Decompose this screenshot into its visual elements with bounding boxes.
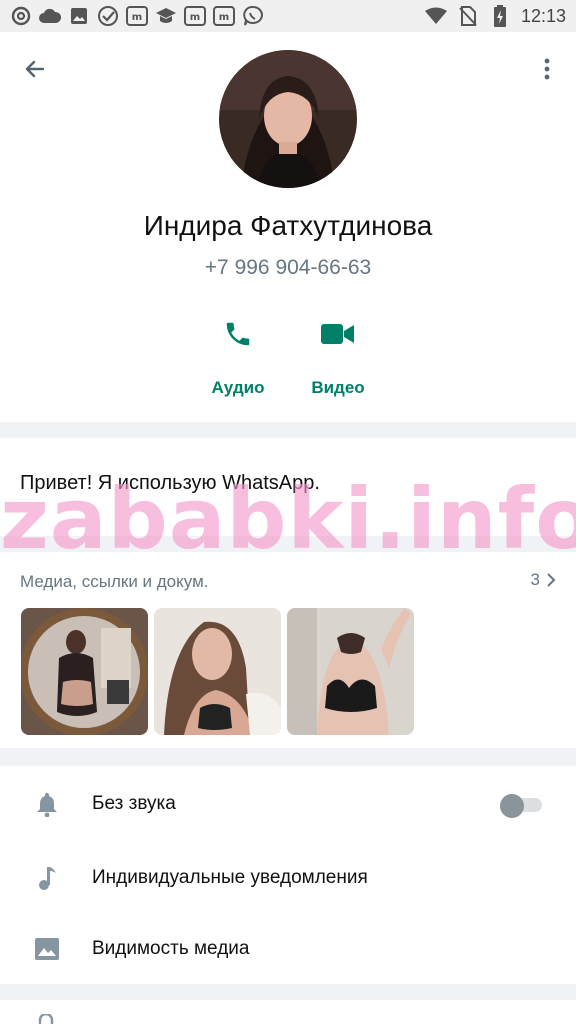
clock: 12:13 [520, 5, 566, 26]
video-call-button[interactable]: Видео [288, 312, 388, 398]
watermark: zababki.info [0, 470, 576, 568]
svg-text:m: m [219, 12, 229, 23]
video-call-label: Видео [311, 378, 365, 397]
contact-header-card: Индира Фатхутдинова +7 996 904-66-63 Ауд… [0, 32, 576, 422]
messenger-m-icon: m [126, 5, 148, 27]
media-count: 3 [530, 570, 540, 589]
video-camera-icon [321, 324, 354, 344]
settings-list: Без звука Индивидуальные уведомления Вид… [0, 766, 576, 984]
media-section-title[interactable]: Медиа, ссылки и докум. [20, 572, 209, 592]
battery-charging-icon [489, 5, 511, 27]
back-button[interactable] [18, 52, 52, 86]
audio-call-button[interactable]: Аудио [188, 312, 288, 398]
media-visibility-label: Видимость медиа [92, 938, 250, 959]
messenger-m-icon: m [213, 5, 235, 27]
custom-notifications-label: Индивидуальные уведомления [92, 867, 368, 888]
svg-text:m: m [132, 12, 142, 23]
at-icon [10, 5, 32, 27]
messenger-m-icon: m [184, 5, 206, 27]
more-options-button[interactable] [532, 52, 562, 86]
gallery-icon [68, 5, 90, 27]
chevron-right-icon [547, 573, 556, 587]
wifi-icon [424, 5, 447, 27]
lock-icon [38, 1014, 54, 1024]
media-visibility-row[interactable]: Видимость медиа [0, 914, 576, 984]
music-note-icon [32, 863, 62, 893]
media-count-link[interactable]: 3 [531, 570, 556, 590]
media-thumbnail[interactable] [154, 608, 281, 735]
profile-photo[interactable] [219, 50, 357, 188]
custom-notifications-row[interactable]: Индивидуальные уведомления [0, 843, 576, 913]
more-vertical-icon [544, 58, 550, 80]
cloud-icon [39, 5, 61, 27]
media-thumbnail[interactable] [287, 608, 414, 735]
next-section-card [0, 1000, 576, 1024]
contact-name: Индира Фатхутдинова [143, 210, 433, 241]
viber-icon [242, 5, 264, 27]
arrow-left-icon [25, 60, 45, 78]
notification-icons: m m m [10, 5, 264, 27]
mute-toggle[interactable] [500, 794, 542, 818]
check-circle-icon [97, 5, 119, 27]
mute-label: Без звука [92, 793, 176, 814]
mute-setting-row[interactable]: Без звука [0, 769, 576, 839]
svg-text:m: m [190, 12, 200, 23]
no-sim-icon [457, 5, 479, 27]
media-section: Медиа, ссылки и докум. 3 [0, 552, 576, 748]
contact-phone: +7 996 904-66-63 [204, 256, 372, 279]
system-icons: 12:13 [424, 5, 566, 27]
status-bar: m m m 12:13 [0, 0, 576, 32]
image-icon [32, 934, 62, 964]
phone-icon [226, 322, 250, 346]
media-thumbnail[interactable] [21, 608, 148, 735]
graduation-cap-icon [155, 5, 177, 27]
audio-call-label: Аудио [211, 378, 265, 397]
bell-icon [32, 789, 62, 819]
